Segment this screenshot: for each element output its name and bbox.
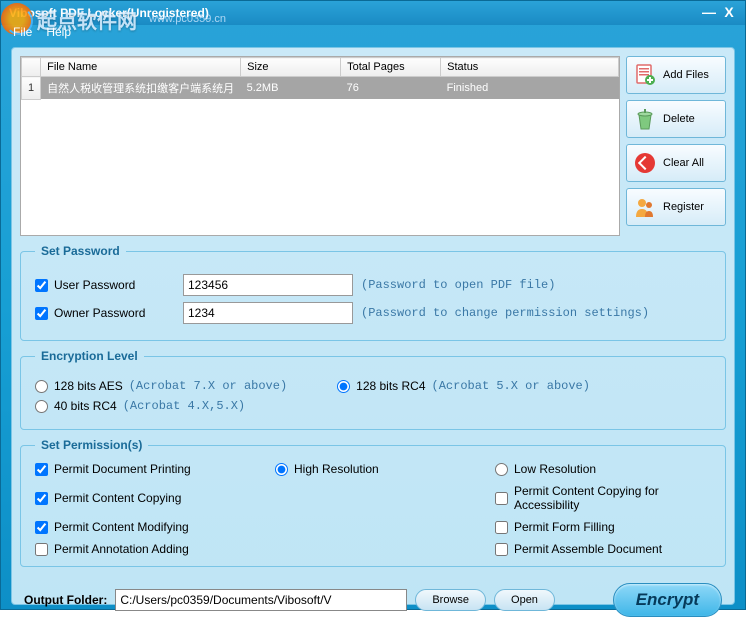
menu-help[interactable]: Help bbox=[46, 25, 71, 43]
menubar: File Help bbox=[1, 25, 745, 43]
delete-button[interactable]: Delete bbox=[626, 100, 726, 138]
permit-assemble-checkbox[interactable] bbox=[495, 543, 508, 556]
owner-password-checkbox[interactable] bbox=[35, 307, 48, 320]
rc4128-option[interactable]: 128 bits RC4 (Acrobat 5.X or above) bbox=[337, 379, 590, 393]
add-files-icon bbox=[633, 63, 657, 87]
side-buttons: Add Files Delete Clear All Register bbox=[626, 56, 726, 236]
owner-password-hint: (Password to change permission settings) bbox=[361, 306, 649, 320]
owner-password-check[interactable]: Owner Password bbox=[35, 306, 175, 320]
permit-print-label: Permit Document Printing bbox=[54, 462, 191, 476]
delete-label: Delete bbox=[663, 113, 695, 125]
row-filename: 自然人税收管理系统扣缴客户端系统月 bbox=[41, 77, 241, 100]
permissions-group: Set Permission(s) Permit Document Printi… bbox=[20, 438, 726, 567]
content-panel: File Name Size Total Pages Status 1 自然人税… bbox=[11, 47, 735, 605]
register-label: Register bbox=[663, 201, 704, 213]
aes128-option[interactable]: 128 bits AES (Acrobat 7.X or above) bbox=[35, 379, 287, 393]
highres-option[interactable]: High Resolution bbox=[275, 462, 475, 476]
permit-modify-label: Permit Content Modifying bbox=[54, 520, 189, 534]
permit-annot-option[interactable]: Permit Annotation Adding bbox=[35, 542, 255, 556]
encryption-level-group: Encryption Level 128 bits AES (Acrobat 7… bbox=[20, 349, 726, 430]
clear-all-button[interactable]: Clear All bbox=[626, 144, 726, 182]
lowres-label: Low Resolution bbox=[514, 462, 596, 476]
clear-all-icon bbox=[633, 151, 657, 175]
delete-icon bbox=[633, 107, 657, 131]
rc4128-hint: (Acrobat 5.X or above) bbox=[432, 379, 590, 393]
user-password-check[interactable]: User Password bbox=[35, 278, 175, 292]
owner-password-input[interactable] bbox=[183, 302, 353, 324]
aes128-radio[interactable] bbox=[35, 380, 48, 393]
highres-radio[interactable] bbox=[275, 463, 288, 476]
permit-form-option[interactable]: Permit Form Filling bbox=[495, 520, 711, 534]
permit-assemble-option[interactable]: Permit Assemble Document bbox=[495, 542, 711, 556]
col-rownum bbox=[22, 58, 41, 77]
lowres-radio[interactable] bbox=[495, 463, 508, 476]
output-row: Output Folder: Browse Open Encrypt bbox=[20, 579, 726, 621]
row-size: 5.2MB bbox=[241, 77, 341, 100]
user-password-checkbox[interactable] bbox=[35, 279, 48, 292]
set-password-legend: Set Password bbox=[35, 244, 126, 258]
col-filename[interactable]: File Name bbox=[41, 58, 241, 77]
output-folder-label: Output Folder: bbox=[24, 593, 107, 607]
permit-print-option[interactable]: Permit Document Printing bbox=[35, 462, 255, 476]
top-row: File Name Size Total Pages Status 1 自然人税… bbox=[20, 56, 726, 236]
user-password-input[interactable] bbox=[183, 274, 353, 296]
permit-form-checkbox[interactable] bbox=[495, 521, 508, 534]
user-password-label: User Password bbox=[54, 278, 135, 292]
app-window: 起点软件网 www.pc0359.cn Vibosoft PDF Locker(… bbox=[0, 0, 746, 610]
rc440-label: 40 bits RC4 bbox=[54, 399, 117, 413]
add-files-label: Add Files bbox=[663, 69, 709, 81]
permit-assemble-label: Permit Assemble Document bbox=[514, 542, 662, 556]
rc4128-radio[interactable] bbox=[337, 380, 350, 393]
permit-copy-label: Permit Content Copying bbox=[54, 491, 181, 505]
permit-copy-acc-option[interactable]: Permit Content Copying for Accessibility bbox=[495, 484, 711, 512]
encrypt-button[interactable]: Encrypt bbox=[613, 583, 722, 617]
permit-modify-option[interactable]: Permit Content Modifying bbox=[35, 520, 255, 534]
rc440-option[interactable]: 40 bits RC4 (Acrobat 4.X,5.X) bbox=[35, 399, 245, 413]
set-password-group: Set Password User Password (Password to … bbox=[20, 244, 726, 341]
permit-modify-checkbox[interactable] bbox=[35, 521, 48, 534]
table-row[interactable]: 1 自然人税收管理系统扣缴客户端系统月 5.2MB 76 Finished bbox=[22, 77, 619, 100]
rc440-hint: (Acrobat 4.X,5.X) bbox=[123, 399, 245, 413]
permit-annot-checkbox[interactable] bbox=[35, 543, 48, 556]
row-pages: 76 bbox=[341, 77, 441, 100]
permit-annot-label: Permit Annotation Adding bbox=[54, 542, 189, 556]
register-button[interactable]: Register bbox=[626, 188, 726, 226]
permissions-legend: Set Permission(s) bbox=[35, 438, 148, 452]
aes128-label: 128 bits AES bbox=[54, 379, 123, 393]
browse-button[interactable]: Browse bbox=[415, 589, 486, 611]
rc4128-label: 128 bits RC4 bbox=[356, 379, 425, 393]
open-button[interactable]: Open bbox=[494, 589, 555, 611]
add-files-button[interactable]: Add Files bbox=[626, 56, 726, 94]
permit-copy-acc-checkbox[interactable] bbox=[495, 492, 508, 505]
permit-copy-option[interactable]: Permit Content Copying bbox=[35, 484, 255, 512]
encryption-legend: Encryption Level bbox=[35, 349, 144, 363]
register-icon bbox=[633, 195, 657, 219]
user-password-hint: (Password to open PDF file) bbox=[361, 278, 555, 292]
owner-password-label: Owner Password bbox=[54, 306, 145, 320]
rc440-radio[interactable] bbox=[35, 400, 48, 413]
aes128-hint: (Acrobat 7.X or above) bbox=[129, 379, 287, 393]
permit-form-label: Permit Form Filling bbox=[514, 520, 615, 534]
row-num: 1 bbox=[22, 77, 41, 100]
permit-copy-checkbox[interactable] bbox=[35, 492, 48, 505]
output-folder-input[interactable] bbox=[115, 589, 407, 611]
col-totalpages[interactable]: Total Pages bbox=[341, 58, 441, 77]
lowres-option[interactable]: Low Resolution bbox=[495, 462, 711, 476]
row-status: Finished bbox=[441, 77, 619, 100]
minimize-button[interactable]: — bbox=[701, 5, 717, 21]
col-size[interactable]: Size bbox=[241, 58, 341, 77]
col-status[interactable]: Status bbox=[441, 58, 619, 77]
menu-file[interactable]: File bbox=[13, 25, 32, 43]
close-button[interactable]: X bbox=[721, 5, 737, 21]
clear-all-label: Clear All bbox=[663, 157, 704, 169]
file-table: File Name Size Total Pages Status 1 自然人税… bbox=[20, 56, 620, 236]
window-title: Vibosoft PDF Locker(Unregistered) bbox=[9, 6, 697, 20]
permit-copy-acc-label: Permit Content Copying for Accessibility bbox=[514, 484, 711, 512]
permit-print-checkbox[interactable] bbox=[35, 463, 48, 476]
highres-label: High Resolution bbox=[294, 462, 379, 476]
titlebar: Vibosoft PDF Locker(Unregistered) — X bbox=[1, 1, 745, 25]
